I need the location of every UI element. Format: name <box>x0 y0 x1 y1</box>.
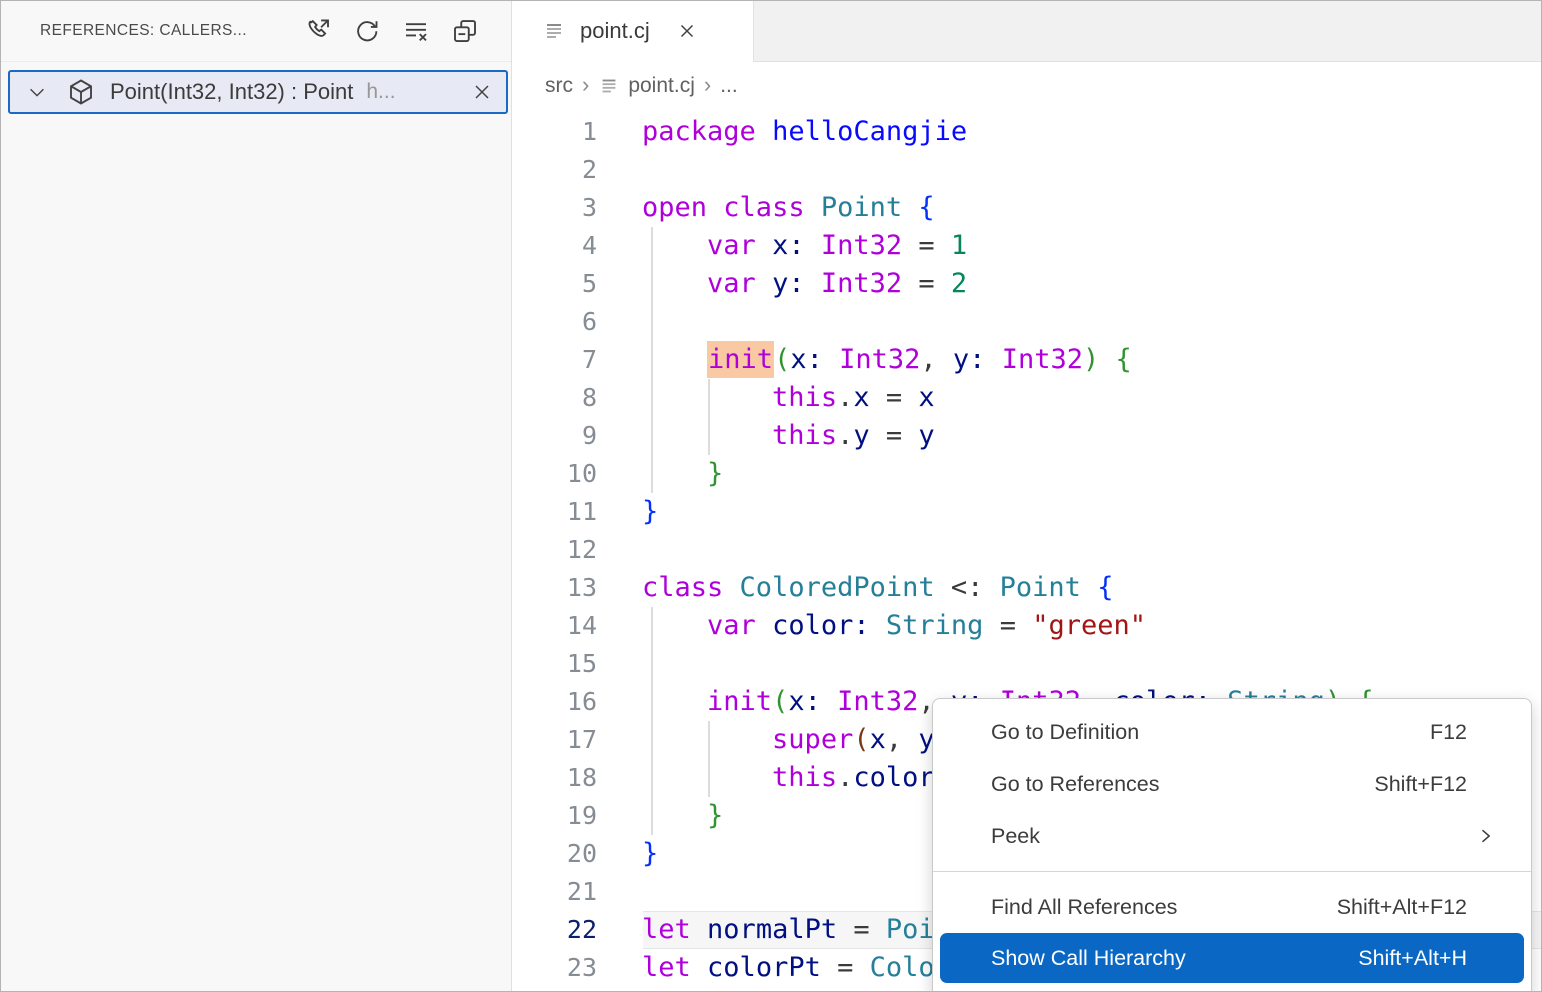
line-number: 6 <box>581 307 597 336</box>
code-line-3[interactable]: 3 open class Point { <box>512 189 1542 227</box>
line-number: 9 <box>581 421 597 450</box>
chevron-down-icon[interactable] <box>26 81 48 103</box>
line-text: open class Point { <box>642 192 935 223</box>
line-number: 18 <box>566 763 597 792</box>
breadcrumb-separator-icon: › <box>582 72 590 97</box>
menu-item-shortcut: Shift+F12 <box>1374 771 1467 796</box>
collapse-all-icon[interactable] <box>449 15 481 47</box>
code-line-9[interactable]: 9 this.y = y <box>512 417 1542 455</box>
line-text: this.x = x <box>772 382 935 413</box>
refresh-icon[interactable] <box>351 15 383 47</box>
line-text: } <box>642 838 659 869</box>
menu-item-peek[interactable]: Peek <box>933 810 1531 862</box>
code-line-4[interactable]: 4 var x: Int32 = 1 <box>512 227 1542 265</box>
call-outgoing-icon[interactable] <box>302 15 334 47</box>
menu-item-shortcut: Shift+Alt+H <box>1358 945 1467 970</box>
menu-item-label: Show Call Hierarchy <box>991 945 1186 970</box>
line-number: 1 <box>581 117 597 146</box>
line-number: 14 <box>566 611 597 640</box>
code-line-8[interactable]: 8 this.x = x <box>512 379 1542 417</box>
breadcrumb-symbol[interactable]: ... <box>720 74 738 98</box>
line-number: 20 <box>566 839 597 868</box>
line-number: 19 <box>566 801 597 830</box>
line-number: 11 <box>566 497 597 526</box>
line-text: var y: Int32 = 2 <box>707 268 968 299</box>
close-icon[interactable] <box>470 80 494 104</box>
code-line-11[interactable]: 11} <box>512 493 1542 531</box>
line-text: super(x, y) <box>772 724 951 755</box>
line-number: 10 <box>566 459 597 488</box>
line-number: 12 <box>566 535 597 564</box>
tab-bar: point.cj <box>512 0 1542 62</box>
menu-item-find-all-references[interactable]: Find All References Shift+Alt+F12 <box>933 881 1531 933</box>
line-text: class ColoredPoint <: Point { <box>642 572 1114 603</box>
panel-header: REFERENCES: CALLERS... <box>0 0 511 62</box>
line-text: } <box>642 496 659 527</box>
menu-item-go-to-definition[interactable]: Go to Definition F12 <box>933 706 1531 758</box>
breadcrumb-separator-icon: › <box>703 72 712 97</box>
line-text: } <box>707 800 724 831</box>
menu-item-label: Peek <box>991 823 1041 848</box>
panel-title: REFERENCES: CALLERS... <box>40 21 247 39</box>
line-number: 8 <box>581 383 597 412</box>
references-panel: REFERENCES: CALLERS... Point(Int32, Int3… <box>0 0 511 992</box>
menu-item-go-to-references[interactable]: Go to References Shift+F12 <box>933 758 1531 810</box>
line-text: var x: Int32 = 1 <box>707 230 968 261</box>
line-number: 5 <box>581 269 597 298</box>
line-number: 13 <box>566 573 597 602</box>
menu-item-label: Go to References <box>991 771 1160 796</box>
code-line-6[interactable]: 6 <box>512 303 1542 341</box>
call-hierarchy-root-item[interactable]: Point(Int32, Int32) : Point h... <box>8 70 508 114</box>
code-line-14[interactable]: 14 var color: String = "green" <box>512 607 1542 645</box>
tab-bar-empty-space <box>754 0 1542 61</box>
line-text: init(x: Int32, y: Int32) { <box>642 341 1132 379</box>
line-number: 2 <box>581 155 597 184</box>
line-text: this.y = y <box>772 420 935 451</box>
code-line-1[interactable]: 1 package helloCangjie <box>512 113 1542 151</box>
line-text: package helloCangjie <box>642 116 968 147</box>
line-text: } <box>707 458 724 489</box>
code-line-13[interactable]: 13 class ColoredPoint <: Point { <box>512 569 1542 607</box>
line-text: var color: String = "green" <box>707 610 1147 641</box>
symbol-class-icon <box>70 79 92 105</box>
file-lines-icon <box>602 79 616 93</box>
panel-toolbar <box>302 15 481 47</box>
line-number: 17 <box>566 725 597 754</box>
submenu-chevron-icon <box>1482 829 1491 843</box>
context-menu: Go to Definition F12 Go to References Shift… <box>932 698 1532 992</box>
code-line-7[interactable]: 7 init(x: Int32, y: Int32) { <box>512 341 1542 379</box>
line-number: 23 <box>566 953 597 982</box>
breadcrumb-file[interactable]: point.cj <box>628 74 695 98</box>
line-number: 16 <box>566 687 597 716</box>
breadcrumb-folder[interactable]: src <box>545 74 573 98</box>
menu-item-show-call-hierarchy[interactable]: Show Call Hierarchy Shift+Alt+H <box>940 933 1524 983</box>
code-line-12[interactable]: 12 <box>512 531 1542 569</box>
line-number: 15 <box>566 649 597 678</box>
breadcrumb: src › point.cj › ... <box>512 62 1542 110</box>
code-line-10[interactable]: 10 } <box>512 455 1542 493</box>
line-number: 7 <box>581 345 597 374</box>
menu-separator <box>933 871 1531 872</box>
tree-item-label: Point(Int32, Int32) : Point <box>110 79 354 104</box>
line-number: 3 <box>581 193 597 222</box>
code-line-5[interactable]: 5 var y: Int32 = 2 <box>512 265 1542 303</box>
tree-item-detail: h... <box>366 80 396 103</box>
menu-item-shortcut: F12 <box>1429 719 1467 744</box>
menu-item-label: Go to Definition <box>991 719 1140 744</box>
tab-label: point.cj <box>580 18 650 43</box>
tab-close-icon[interactable] <box>676 20 698 42</box>
code-line-2[interactable]: 2 <box>512 151 1542 189</box>
tab-point-cj[interactable]: point.cj <box>512 0 754 62</box>
menu-item-label: Find All References <box>991 894 1178 919</box>
menu-item-shortcut: Shift+Alt+F12 <box>1336 894 1467 919</box>
line-number: 21 <box>566 877 597 906</box>
clear-list-icon[interactable] <box>400 15 432 47</box>
code-line-15[interactable]: 15 <box>512 645 1542 683</box>
line-number: 4 <box>581 231 597 260</box>
file-lines-icon <box>547 24 561 38</box>
line-number: 22 <box>566 915 597 944</box>
